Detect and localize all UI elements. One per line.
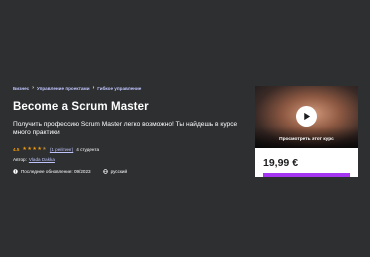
chevron-right-icon: › — [32, 85, 34, 91]
last-updated: Последнее обновление: 09/2023 — [21, 169, 91, 174]
preview-label: Просмотреть этот курс — [279, 137, 334, 142]
course-subtitle: Получить профессию Scrum Master легко во… — [13, 121, 238, 137]
course-card: Просмотреть этот курс 19,99 € — [255, 86, 358, 177]
star-icon: ★ — [37, 146, 42, 152]
star-icon: ★ — [32, 146, 37, 152]
rating-value: 4.5 — [13, 146, 20, 152]
author-row: Автор: Vlada Dakka — [13, 157, 55, 162]
rating-row: 4.5 ★ ★ ★ ★ ★ (1 рейтинг) 4 студента — [13, 146, 99, 152]
play-icon — [304, 112, 311, 121]
breadcrumb-item-agile[interactable]: Гибкое управление — [97, 86, 141, 91]
add-to-cart-button[interactable] — [263, 173, 350, 177]
breadcrumb: Бизнес › Управление проектами › Гибкое у… — [13, 85, 141, 92]
star-icon: ★ — [27, 146, 32, 152]
meta-row: Последнее обновление: 09/2023 русский — [13, 169, 127, 174]
course-price: 19,99 € — [263, 157, 299, 169]
students-count: 4 студента — [76, 146, 100, 152]
course-language: русский — [110, 169, 128, 174]
star-half-icon: ★ — [42, 146, 47, 152]
breadcrumb-item-project-management[interactable]: Управление проектами — [37, 86, 90, 91]
play-button[interactable] — [296, 106, 317, 127]
author-prefix: Автор: — [13, 157, 27, 162]
rating-stars: ★ ★ ★ ★ ★ — [22, 146, 46, 152]
globe-icon — [102, 169, 108, 174]
star-icon: ★ — [22, 146, 27, 152]
course-preview[interactable]: Просмотреть этот курс — [255, 86, 358, 148]
ratings-count-link[interactable]: (1 рейтинг) — [50, 147, 73, 152]
chevron-right-icon: › — [92, 85, 95, 91]
breadcrumb-item-business[interactable]: Бизнес — [13, 86, 29, 91]
course-title: Become a Scrum Master — [13, 101, 149, 113]
alert-icon — [13, 169, 18, 174]
author-link[interactable]: Vlada Dakka — [29, 157, 55, 162]
